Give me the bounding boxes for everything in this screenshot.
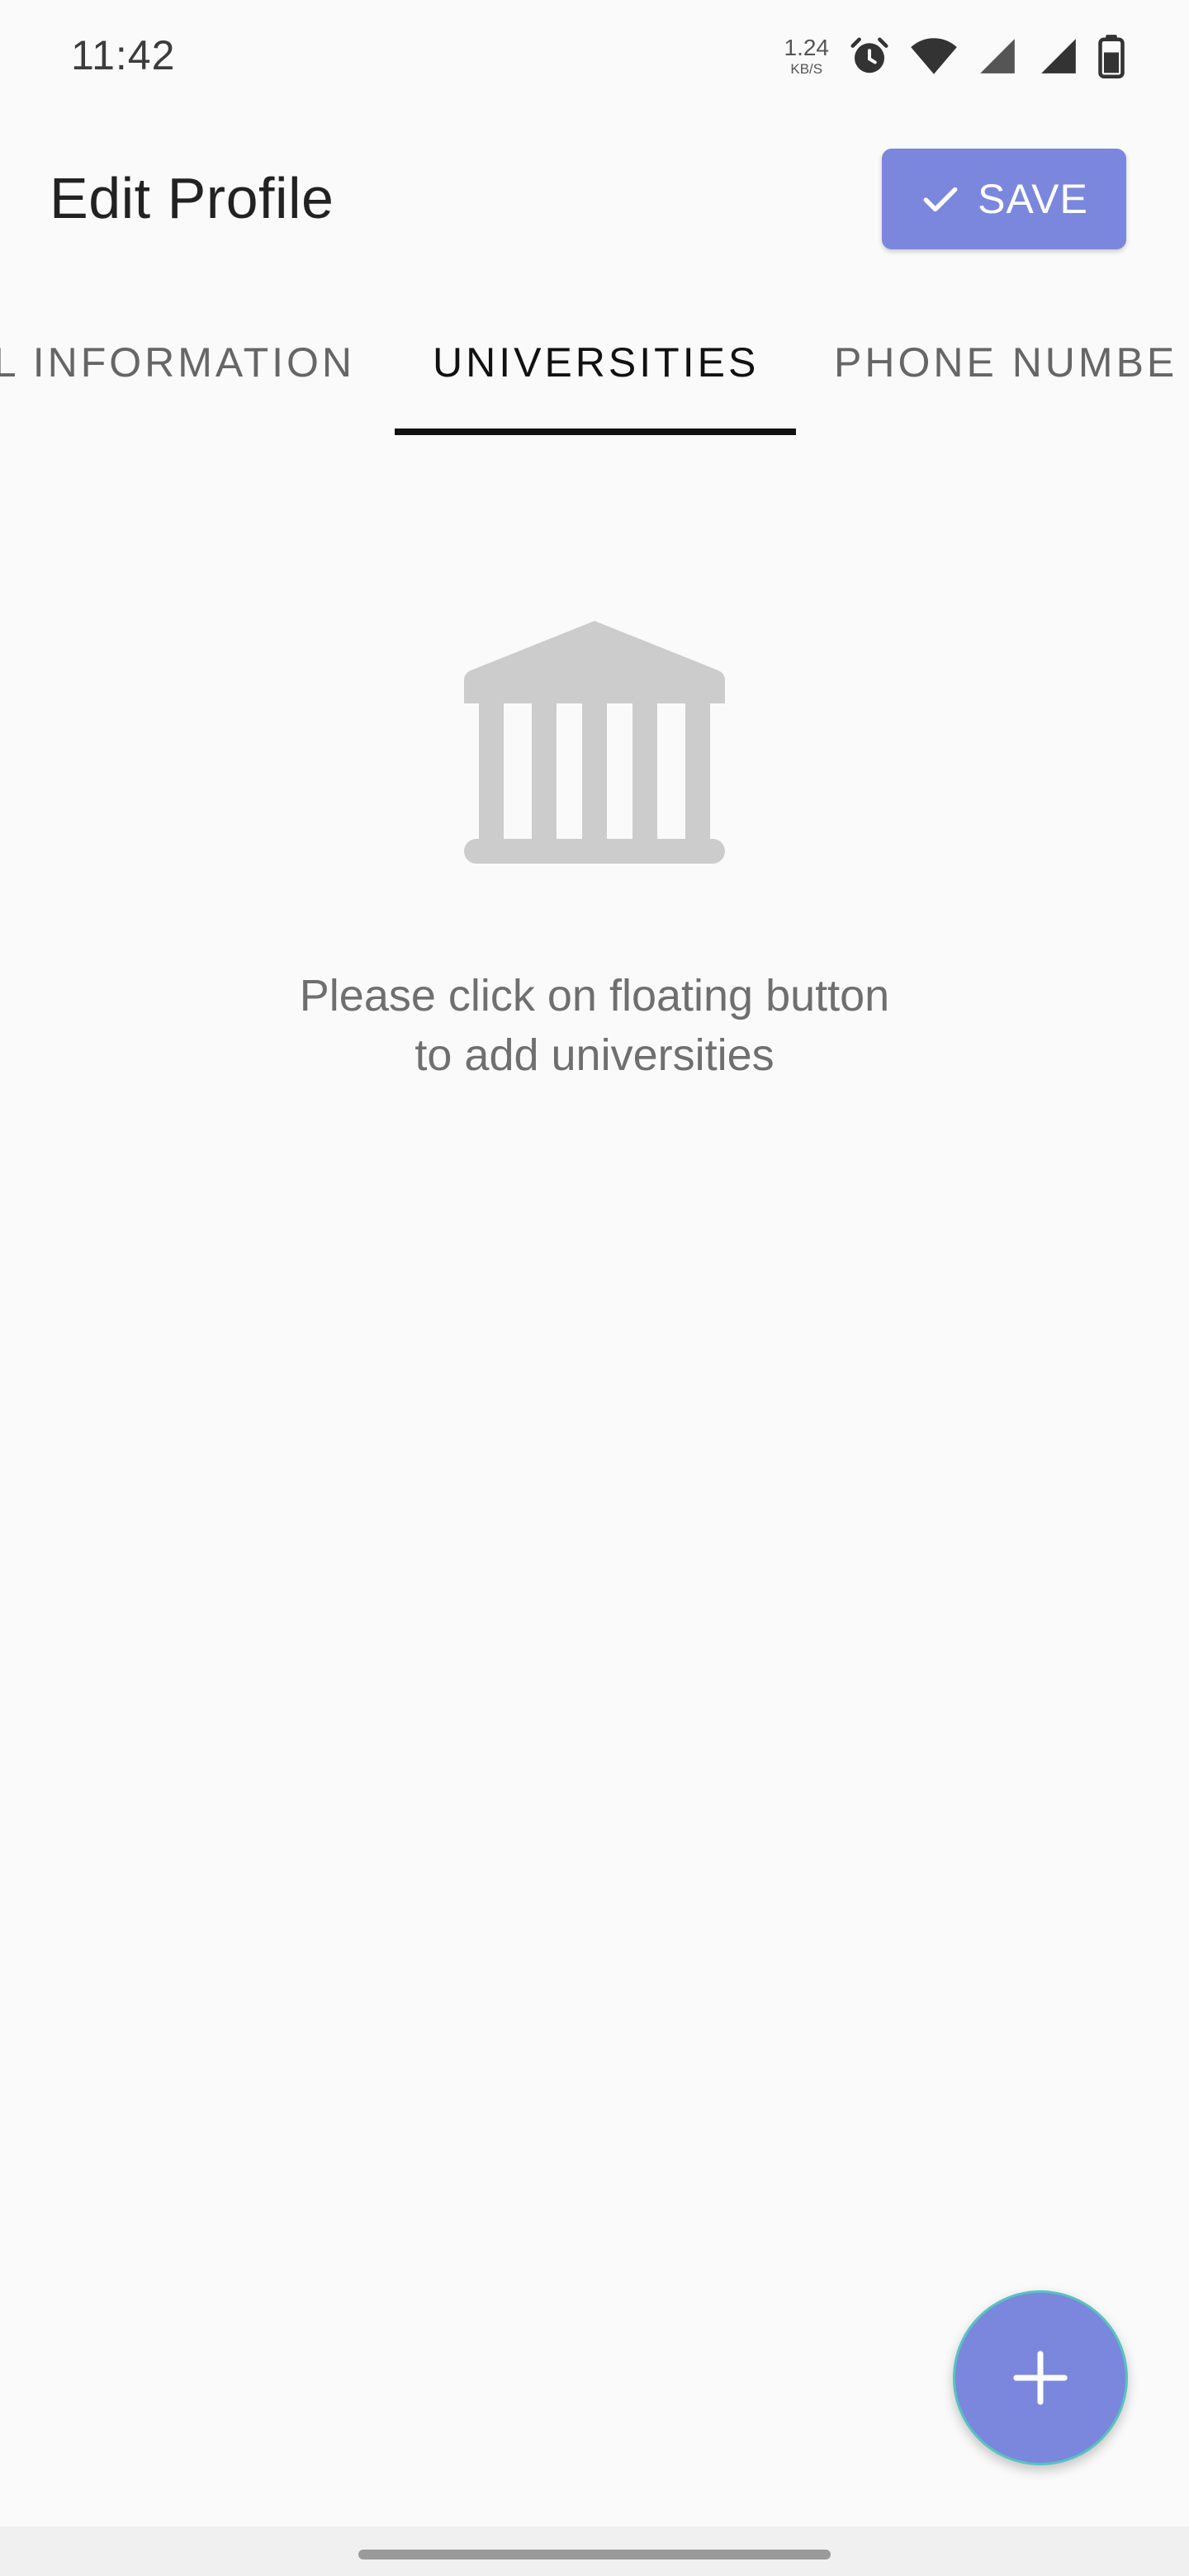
tab-indicator: [395, 429, 796, 435]
net-speed-unit: KB/S: [790, 61, 823, 77]
signal-icon: [1041, 39, 1076, 73]
check-icon: [923, 187, 958, 212]
tab-bar: L INFORMATION UNIVERSITIES PHONE NUMBE: [0, 314, 1189, 438]
screen: 11:42 1.24 KB/S Edit Profile SAVE L INFO…: [0, 0, 1189, 2576]
university-icon: [464, 621, 725, 864]
tab-label: PHONE NUMBE: [834, 339, 1178, 386]
page-title: Edit Profile: [50, 166, 334, 230]
status-bar: 11:42 1.24 KB/S: [0, 0, 1189, 116]
app-bar: Edit Profile SAVE: [0, 116, 1189, 289]
tab-phone-numbers[interactable]: PHONE NUMBE: [834, 314, 1189, 438]
navigation-bar: [0, 2526, 1189, 2576]
tab-label: UNIVERSITIES: [433, 339, 760, 386]
wifi-icon: [911, 38, 957, 74]
tab-label: L INFORMATION: [0, 339, 355, 386]
tab-universities[interactable]: UNIVERSITIES: [395, 314, 796, 438]
empty-state-line-1: Please click on floating button: [299, 971, 890, 1020]
status-icons: 1.24 KB/S: [784, 31, 1125, 81]
alarm-icon: [850, 37, 888, 73]
plus-icon: [1013, 2351, 1068, 2405]
tab-personal-information[interactable]: L INFORMATION: [0, 314, 388, 438]
empty-state-message: Please click on floating button to add u…: [182, 966, 1007, 1085]
battery-icon: [1098, 35, 1125, 78]
gesture-handle[interactable]: [358, 2550, 831, 2559]
empty-state-line-2: to add universities: [414, 1030, 775, 1080]
net-speed-value: 1.24: [784, 35, 830, 60]
save-label: SAVE: [978, 176, 1088, 222]
signal-icon: [980, 39, 1015, 73]
save-button[interactable]: SAVE: [882, 149, 1126, 249]
status-time: 11:42: [71, 32, 176, 78]
net-speed: 1.24 KB/S: [784, 35, 830, 77]
add-university-fab[interactable]: [953, 2290, 1128, 2465]
